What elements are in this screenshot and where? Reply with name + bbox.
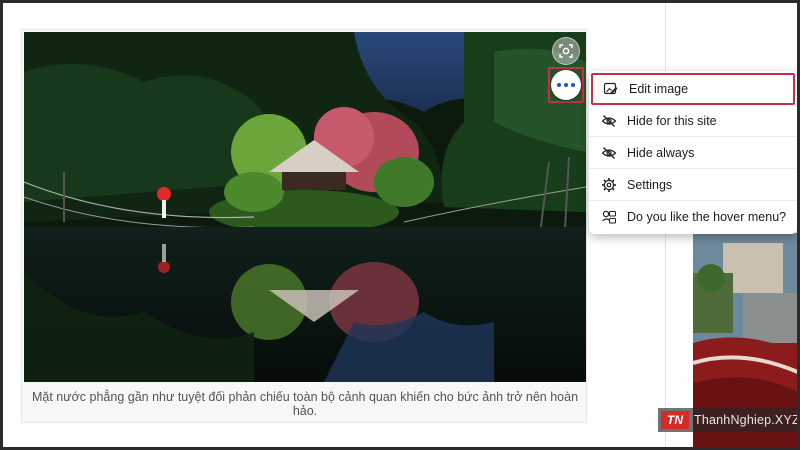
menu-item-label: Hide for this site (627, 113, 717, 128)
article-card: Mặt nước phẳng gần như tuyệt đối phản ch… (21, 29, 587, 423)
watermark-logo: TN (661, 411, 689, 429)
menu-item-hide-always[interactable]: Hide always (589, 137, 797, 169)
menu-item-hide-for-site[interactable]: Hide for this site (589, 105, 797, 137)
watermark-text: ThanhNghiep.XYZ (694, 413, 800, 427)
menu-item-label: Do you like the hover menu? (627, 210, 787, 224)
menu-item-label: Hide always (627, 145, 695, 160)
site-watermark: TN ThanhNghiep.XYZ (658, 408, 800, 432)
gear-icon (601, 177, 617, 193)
more-dots-icon (557, 83, 575, 87)
menu-item-label: Settings (627, 177, 673, 192)
photo-caption: Mặt nước phẳng gần như tuyệt đối phản ch… (31, 390, 579, 418)
photo-illustration (24, 32, 586, 382)
eye-slash-icon (601, 113, 617, 129)
menu-item-label: Edit image (629, 82, 689, 96)
article-photo[interactable] (24, 32, 586, 382)
eye-slash-icon (601, 145, 617, 161)
lens-icon (559, 44, 573, 58)
feedback-icon (601, 209, 617, 225)
menu-item-feedback[interactable]: Do you like the hover menu? (589, 201, 797, 233)
hover-context-menu: Edit image Hide for this site Hide alway… (589, 71, 797, 234)
visual-search-button[interactable] (552, 37, 580, 65)
edit-image-icon (603, 81, 619, 97)
page-frame: Mặt nước phẳng gần như tuyệt đối phản ch… (0, 0, 800, 450)
menu-item-edit-image[interactable]: Edit image (591, 73, 795, 105)
menu-item-settings[interactable]: Settings (589, 169, 797, 201)
more-options-button[interactable] (551, 70, 581, 100)
